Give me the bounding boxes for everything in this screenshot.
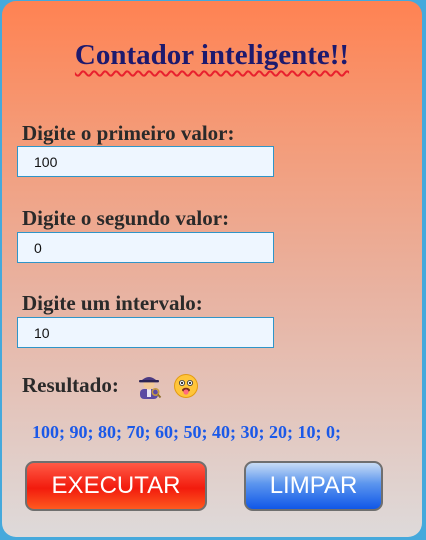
clear-button[interactable]: LIMPAR <box>244 461 383 511</box>
tongue-out-face-icon <box>174 374 198 398</box>
page-title: Contador inteligente!! <box>74 39 350 71</box>
counter-card: Contador inteligente!! Digite o primeiro… <box>2 1 422 537</box>
second-value-label: Digite o segundo valor: <box>22 206 230 230</box>
interval-label: Digite um intervalo: <box>22 291 203 315</box>
second-value-input[interactable] <box>17 232 274 263</box>
detective-icon <box>139 377 162 399</box>
first-value-label: Digite o primeiro valor: <box>22 121 235 145</box>
first-value-input[interactable] <box>17 146 274 177</box>
interval-input[interactable] <box>17 317 274 348</box>
result-label: Resultado: <box>22 373 119 397</box>
execute-button[interactable]: EXECUTAR <box>25 461 207 511</box>
result-output: 100; 90; 80; 70; 60; 50; 40; 30; 20; 10;… <box>32 422 341 442</box>
